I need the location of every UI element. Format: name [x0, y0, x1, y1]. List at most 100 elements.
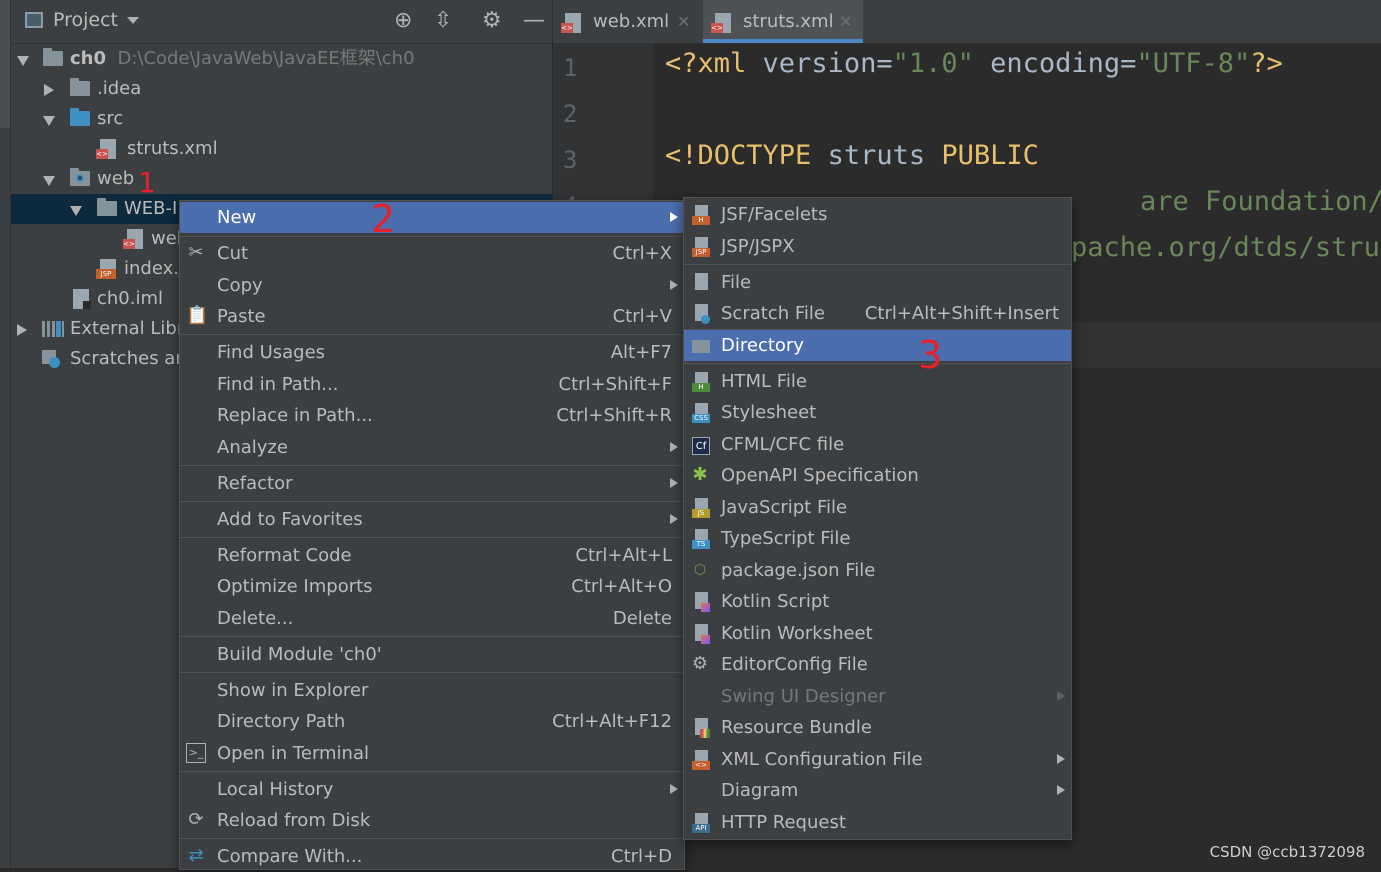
menu-item-add-to-favorites[interactable]: Add to Favorites: [180, 504, 684, 535]
library-icon: [42, 321, 64, 337]
menu-item-open-in-terminal[interactable]: >_ Open in Terminal: [180, 738, 684, 769]
menu-item-build-module[interactable]: Build Module 'ch0': [180, 639, 684, 670]
watermark: CSDN @ccb1372098: [1209, 843, 1365, 861]
line-number: 1: [563, 54, 578, 82]
tree-item-idea[interactable]: .idea: [11, 74, 552, 104]
close-icon[interactable]: ✕: [677, 0, 690, 43]
menu-item-editorconfig-file[interactable]: ⚙ EditorConfig File: [684, 649, 1071, 680]
tree-item-struts-xml[interactable]: <> struts.xml: [11, 134, 552, 164]
menu-item-find-in-path[interactable]: Find in Path... Ctrl+Shift+F: [180, 369, 684, 400]
menu-item-typescript-file[interactable]: TS TypeScript File: [684, 523, 1071, 554]
folder-icon: [97, 198, 117, 216]
web-folder-icon: [70, 168, 90, 186]
submenu-arrow-icon: [670, 212, 678, 222]
menu-item-refactor[interactable]: Refactor: [180, 468, 684, 499]
xml-file-icon: <>: [711, 13, 731, 33]
tree-item-label: ch0: [70, 48, 107, 69]
menu-item-copy[interactable]: Copy: [180, 270, 684, 301]
menu-item-package-json-file[interactable]: ⬡ package.json File: [684, 555, 1071, 586]
tree-item-label: src: [97, 108, 124, 129]
menu-item-reload-from-disk[interactable]: ⟳ Reload from Disk: [180, 805, 684, 836]
project-panel-header: Project ⊕ ⇳ ⚙ —: [11, 0, 552, 44]
menu-item-reformat-code[interactable]: Reformat Code Ctrl+Alt+L: [180, 540, 684, 571]
xml-file-icon: <>: [561, 13, 581, 33]
chevron-down-icon[interactable]: [127, 17, 139, 24]
code-line-3[interactable]: <!DOCTYPE struts PUBLIC: [665, 140, 1039, 171]
line-number: 3: [563, 146, 578, 174]
expand-arrow-icon[interactable]: [17, 324, 27, 336]
menu-item-show-in-explorer[interactable]: Show in Explorer: [180, 675, 684, 706]
scissors-icon: ✂: [188, 242, 204, 263]
menu-item-file[interactable]: File: [684, 267, 1071, 298]
menu-item-local-history[interactable]: Local History: [180, 774, 684, 805]
tree-item-ch0[interactable]: ch0 D:\Code\JavaWeb\JavaEE框架\ch0: [11, 44, 552, 74]
nodejs-icon: ⬡: [693, 562, 707, 578]
tab-struts-xml[interactable]: <> struts.xml ✕: [703, 0, 863, 43]
menu-item-analyze[interactable]: Analyze: [180, 432, 684, 463]
collapse-all-icon[interactable]: ⇳: [434, 10, 452, 32]
expand-arrow-icon[interactable]: [44, 84, 54, 96]
folder-icon: [692, 336, 710, 356]
gear-icon[interactable]: ⚙: [482, 10, 502, 32]
gear-icon: ⚙: [691, 653, 709, 674]
menu-item-directory[interactable]: Directory: [684, 330, 1071, 361]
menu-item-new[interactable]: New: [180, 202, 684, 233]
javascript-file-icon: JS: [692, 498, 710, 518]
menu-item-cut[interactable]: ✂ Cut Ctrl+X: [180, 238, 684, 269]
tab-label: web.xml: [593, 11, 670, 32]
reload-icon: ⟳: [188, 809, 204, 830]
menu-item-kotlin-worksheet[interactable]: Kotlin Worksheet: [684, 618, 1071, 649]
menu-item-html-file[interactable]: H HTML File: [684, 366, 1071, 397]
menu-item-optimize-imports[interactable]: Optimize Imports Ctrl+Alt+O: [180, 571, 684, 602]
expand-arrow-icon[interactable]: [70, 206, 82, 216]
typescript-file-icon: TS: [692, 529, 710, 549]
expand-arrow-icon[interactable]: [43, 176, 55, 186]
tree-item-web[interactable]: web: [11, 164, 552, 194]
close-icon[interactable]: ✕: [839, 0, 852, 43]
code-line-1[interactable]: <?xml version="1.0" encoding="UTF-8"?>: [665, 48, 1283, 79]
tab-label: struts.xml: [743, 11, 834, 32]
menu-item-kotlin-script[interactable]: Kotlin Script: [684, 586, 1071, 617]
menu-item-openapi-specification[interactable]: ✱ OpenAPI Specification: [684, 460, 1071, 491]
context-menu: New ✂ Cut Ctrl+X Copy 📋 Paste Ctrl+V Find Us…: [179, 200, 685, 870]
expand-arrow-icon[interactable]: [43, 116, 55, 126]
menu-item-compare-with[interactable]: ⇄ Compare With... Ctrl+D: [180, 841, 684, 872]
menu-item-delete[interactable]: Delete... Delete: [180, 603, 684, 634]
submenu-arrow-icon: [1057, 785, 1065, 795]
line-number: 2: [563, 100, 578, 128]
menu-item-xml-configuration-file[interactable]: <> XML Configuration File: [684, 744, 1071, 775]
menu-item-scratch-file[interactable]: Scratch File Ctrl+Alt+Shift+Insert: [684, 298, 1071, 329]
menu-item-find-usages[interactable]: Find Usages Alt+F7: [180, 337, 684, 368]
structure-tool-tab[interactable]: [0, 140, 10, 250]
menu-item-directory-path[interactable]: Directory Path Ctrl+Alt+F12: [180, 706, 684, 737]
code-line-5[interactable]: pache.org/dtds/stru: [1071, 232, 1380, 263]
menu-item-cfml-cfc-file[interactable]: Cf CFML/CFC file: [684, 429, 1071, 460]
xml-file-icon: <>: [692, 750, 710, 770]
scratch-file-icon: [692, 304, 710, 324]
menu-item-replace-in-path[interactable]: Replace in Path... Ctrl+Shift+R: [180, 400, 684, 431]
submenu-arrow-icon: [670, 442, 678, 452]
menu-item-paste[interactable]: 📋 Paste Ctrl+V: [180, 301, 684, 332]
menu-item-jsf-facelets[interactable]: H JSF/Facelets: [684, 199, 1071, 230]
project-view-selector[interactable]: Project: [53, 9, 118, 31]
tree-item-src[interactable]: src: [11, 104, 552, 134]
code-line-4[interactable]: are Foundation//DTD: [1140, 186, 1381, 217]
xml-file-icon: <>: [96, 139, 116, 159]
http-request-icon: API: [692, 813, 710, 833]
openapi-icon: ✱: [692, 464, 708, 485]
menu-item-diagram[interactable]: Diagram: [684, 775, 1071, 806]
tab-web-xml[interactable]: <> web.xml ✕: [553, 0, 701, 43]
minimize-icon[interactable]: —: [523, 10, 545, 32]
menu-item-resource-bundle[interactable]: Resource Bundle: [684, 712, 1071, 743]
tree-item-label: index.j: [124, 258, 184, 279]
module-path: D:\Code\JavaWeb\JavaEE框架\ch0: [117, 48, 415, 69]
menu-item-stylesheet[interactable]: CSS Stylesheet: [684, 397, 1071, 428]
menu-item-jsp-jspx[interactable]: JSP JSP/JSPX: [684, 231, 1071, 262]
menu-item-javascript-file[interactable]: JS JavaScript File: [684, 492, 1071, 523]
menu-item-http-request[interactable]: API HTTP Request: [684, 807, 1071, 838]
clipboard-icon: 📋: [186, 305, 209, 326]
locate-icon[interactable]: ⊕: [394, 10, 412, 32]
project-tool-tab[interactable]: [0, 0, 10, 128]
submenu-arrow-icon: [1057, 691, 1065, 701]
expand-arrow-icon[interactable]: [17, 56, 29, 66]
